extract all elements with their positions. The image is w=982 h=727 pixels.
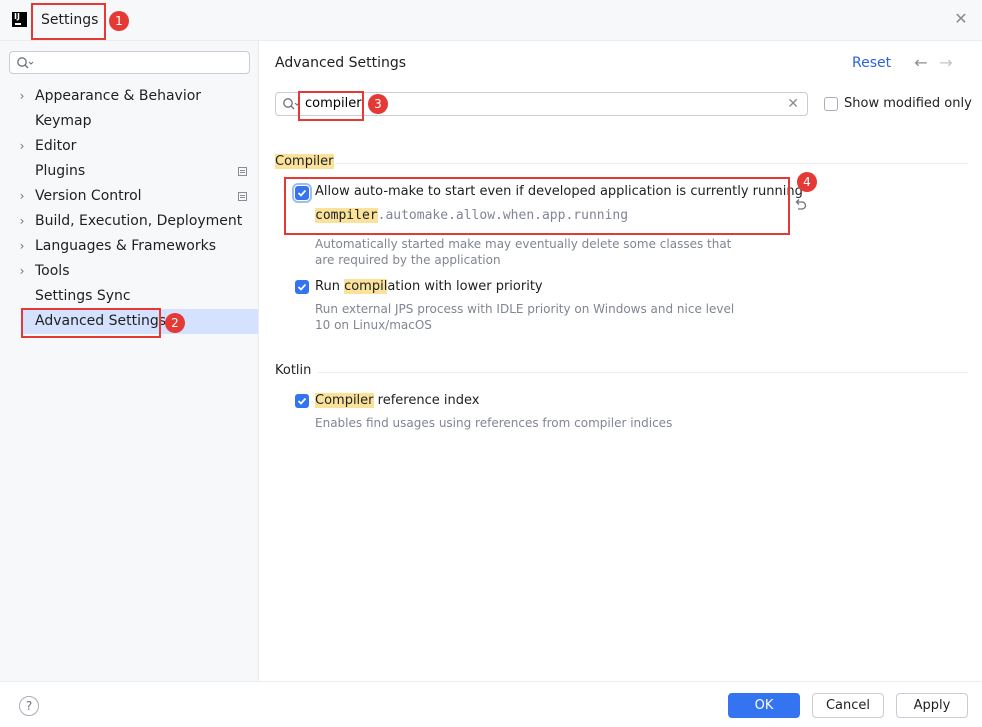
group-divider [336, 163, 968, 164]
intellij-app-icon: IJ [12, 12, 27, 27]
cancel-button[interactable]: Cancel [812, 693, 884, 718]
forward-arrow-icon[interactable]: → [938, 54, 954, 72]
show-modified-label: Show modified only [844, 96, 972, 111]
annotation-box-1 [31, 3, 106, 40]
description-line: Automatically started make may eventuall… [315, 237, 732, 251]
sidebar-item-tools[interactable]: › Tools [0, 259, 258, 284]
sidebar-item-editor[interactable]: › Editor [0, 134, 258, 159]
ok-button[interactable]: OK [728, 693, 800, 718]
allow-automake-description: Automatically started make may eventuall… [315, 236, 731, 268]
chevron-right-icon: › [19, 139, 25, 153]
label-text: ation with lower priority [387, 279, 543, 294]
show-modified-checkbox[interactable] [824, 97, 838, 111]
chevron-right-icon: › [19, 239, 25, 253]
reset-link[interactable]: Reset [852, 55, 891, 71]
sidebar-item-label: Build, Execution, Deployment [35, 213, 243, 229]
annotation-box-3 [298, 91, 364, 121]
title-bar [0, 0, 982, 41]
group-title-compiler: Compiler [275, 154, 334, 169]
annotation-box-2 [21, 308, 161, 338]
sidebar-item-label: Tools [35, 263, 70, 279]
sidebar-item-label: Plugins [35, 163, 86, 179]
sidebar-item-label: Editor [35, 138, 77, 154]
sidebar-item-languages-frameworks[interactable]: › Languages & Frameworks [0, 234, 258, 259]
chevron-right-icon: › [19, 264, 25, 278]
chevron-right-icon: › [19, 89, 25, 103]
label-text: reference index [373, 393, 480, 408]
apply-button[interactable]: Apply [896, 693, 968, 718]
run-compilation-low-priority-label: Run compilation with lower priority [315, 279, 543, 294]
app-icon-text: IJ [14, 12, 20, 21]
annotation-badge-3: 3 [368, 94, 388, 114]
sidebar-item-label: Version Control [35, 188, 142, 204]
sidebar-item-appearance-behavior[interactable]: › Appearance & Behavior [0, 84, 258, 109]
back-arrow-icon[interactable]: ← [913, 54, 929, 72]
run-compilation-low-priority-checkbox[interactable] [295, 280, 309, 294]
compiler-reference-index-description: Enables find usages using references fro… [315, 416, 673, 430]
checkmark-icon [297, 397, 307, 405]
annotation-badge-2: 2 [165, 313, 185, 333]
compiler-reference-index-label: Compiler reference index [315, 393, 479, 408]
annotation-badge-4: 4 [797, 172, 817, 192]
chevron-right-icon: › [19, 214, 25, 228]
group-title-kotlin: Kotlin [275, 363, 312, 378]
sidebar-item-label: Settings Sync [35, 288, 131, 304]
search-icon [17, 57, 34, 69]
sidebar-item-label: Appearance & Behavior [35, 88, 202, 104]
clear-search-icon[interactable]: ✕ [787, 96, 799, 112]
sidebar-item-settings-sync[interactable]: Settings Sync [0, 284, 258, 309]
group-divider [318, 372, 968, 373]
annotation-badge-1: 1 [109, 11, 129, 31]
page-title: Advanced Settings [275, 55, 407, 71]
label-text: Run [315, 279, 345, 294]
sidebar-search-input[interactable] [9, 51, 250, 74]
close-icon[interactable]: ✕ [953, 11, 969, 27]
help-button[interactable]: ? [19, 696, 39, 716]
checkmark-icon [297, 283, 307, 291]
sidebar-item-label: Languages & Frameworks [35, 238, 216, 254]
description-line: are required by the application [315, 253, 501, 267]
sidebar-item-keymap[interactable]: Keymap [0, 109, 258, 134]
annotation-box-4 [284, 177, 790, 235]
project-level-icon [238, 192, 247, 201]
description-line: 10 on Linux/macOS [315, 318, 432, 332]
compiler-reference-index-checkbox[interactable] [295, 394, 309, 408]
undo-reset-icon[interactable] [792, 197, 808, 213]
label-highlight: compil [344, 279, 388, 294]
sidebar-item-build-execution-deployment[interactable]: › Build, Execution, Deployment [0, 209, 258, 234]
description-line: Run external JPS process with IDLE prior… [315, 302, 735, 316]
run-compilation-description: Run external JPS process with IDLE prior… [315, 301, 734, 333]
chevron-right-icon: › [19, 189, 25, 203]
sidebar-item-plugins[interactable]: Plugins [0, 159, 258, 184]
sidebar-item-label: Keymap [35, 113, 92, 129]
project-level-icon [238, 167, 247, 176]
sidebar-item-version-control[interactable]: › Version Control [0, 184, 258, 209]
label-highlight: Compiler [315, 393, 374, 408]
group-title-text: Compiler [275, 154, 334, 169]
